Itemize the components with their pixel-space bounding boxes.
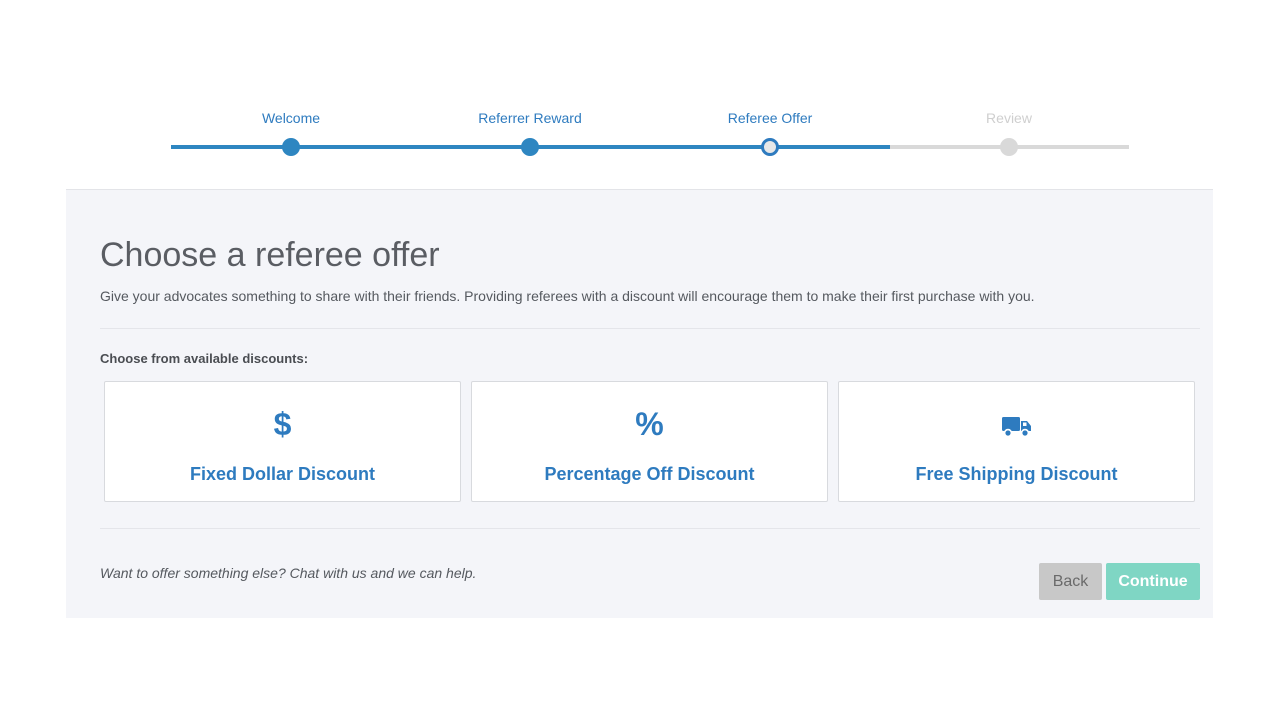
discount-options-label: Choose from available discounts:	[100, 351, 309, 366]
step-referrer-reward[interactable]: Referrer Reward	[430, 0, 630, 170]
discount-options: $ Fixed Dollar Discount % Percentage Off…	[104, 381, 1196, 502]
truck-icon	[839, 404, 1194, 444]
step-current-dot	[761, 138, 779, 156]
back-button[interactable]: Back	[1039, 563, 1102, 600]
step-welcome[interactable]: Welcome	[191, 0, 391, 170]
step-referee-offer[interactable]: Referee Offer	[670, 0, 870, 170]
offer-panel: Choose a referee offer Give your advocat…	[66, 189, 1213, 618]
step-label: Referrer Reward	[478, 110, 582, 126]
page-title: Choose a referee offer	[100, 236, 440, 274]
step-review: Review	[909, 0, 1109, 170]
page-subtitle: Give your advocates something to share w…	[100, 288, 1035, 304]
step-pending-dot	[1000, 138, 1018, 156]
step-label: Referee Offer	[727, 110, 813, 126]
card-label: Percentage Off Discount	[544, 464, 755, 484]
divider	[100, 328, 1200, 329]
divider	[100, 528, 1200, 529]
dollar-icon: $	[273, 406, 292, 442]
step-complete-dot	[521, 138, 539, 156]
help-text: Want to offer something else? Chat with …	[100, 565, 477, 581]
progress-stepper: Welcome Referrer Reward Referee Offer Re…	[0, 0, 1280, 190]
free-shipping-discount-card[interactable]: Free Shipping Discount	[838, 381, 1195, 502]
continue-button[interactable]: Continue	[1106, 563, 1200, 600]
step-label: Review	[986, 110, 1032, 126]
percentage-off-discount-card[interactable]: % Percentage Off Discount	[471, 381, 828, 502]
step-complete-dot	[282, 138, 300, 156]
card-label: Free Shipping Discount	[915, 464, 1118, 484]
step-label: Welcome	[261, 110, 321, 126]
card-label: Fixed Dollar Discount	[189, 464, 376, 484]
percent-icon: %	[635, 406, 664, 442]
fixed-dollar-discount-card[interactable]: $ Fixed Dollar Discount	[104, 381, 461, 502]
referral-setup-page: Welcome Referrer Reward Referee Offer Re…	[0, 0, 1280, 720]
